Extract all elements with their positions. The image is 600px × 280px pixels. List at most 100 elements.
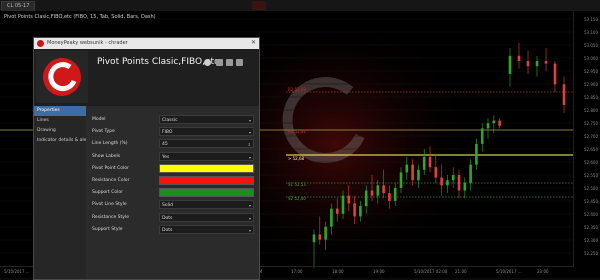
price-tick-label: 53.000	[584, 56, 598, 61]
candle-body	[535, 61, 539, 67]
time-tick-label: 17:00	[291, 269, 303, 274]
support-style-select[interactable]: Dots ▾	[159, 224, 254, 234]
sidebar-item-drawing[interactable]: Drawing	[34, 126, 86, 136]
property-label: Show Labels	[92, 153, 121, 159]
property-row-pivot-point-color: Pivot Point Color	[89, 163, 257, 174]
candle-body	[428, 156, 432, 168]
candle	[562, 76, 566, 113]
candle-body	[517, 55, 521, 62]
logo-swoosh-icon	[43, 58, 81, 96]
price-tick-label: 52.850	[584, 95, 598, 100]
property-row-show-labels: Show Labels Yes ▾	[89, 151, 257, 162]
line-length-input[interactable]: 45 ⇕	[159, 139, 254, 149]
dialog-heading: Pivot Points Clasic,FIBO,etc	[97, 57, 219, 67]
help-icon[interactable]	[204, 59, 211, 66]
price-tick-label: 52.600	[584, 160, 598, 165]
price-tick-label: 52.350	[584, 225, 598, 230]
properties-list: Model Classic ▾ Pivot Type FIBO ▾ Line Length …	[89, 115, 257, 237]
resistance-style-select[interactable]: Dots ▾	[159, 212, 254, 222]
property-label: Resistance Color	[92, 177, 130, 183]
pivot-point-color-swatch[interactable]	[159, 163, 254, 173]
property-row-pivot-line-style: Pivot Line Style Solid ▾	[89, 200, 257, 210]
candle-body	[492, 120, 496, 124]
price-tick-label: 52.900	[584, 82, 598, 87]
time-tick-label: 19:00	[373, 269, 385, 274]
support-color-swatch[interactable]	[159, 188, 254, 198]
price-tick-label: 52.250	[584, 251, 598, 256]
candle-body	[463, 182, 467, 191]
model-select[interactable]: Classic ▾	[159, 115, 254, 124]
candle	[480, 123, 484, 152]
dialog-titlebar[interactable]: MoneyPeaky websunik - chrader ✕	[34, 38, 259, 49]
candle-body	[324, 226, 327, 240]
candle-body	[553, 63, 557, 85]
indicator-logo	[36, 51, 88, 103]
property-label: Resistance Style	[92, 214, 129, 220]
load-template-icon[interactable]	[226, 59, 233, 66]
candle-body	[330, 208, 333, 227]
candle-body	[526, 61, 530, 67]
chevron-down-icon: ▾	[248, 118, 251, 123]
show-labels-select[interactable]: Yes ▾	[159, 151, 254, 161]
price-tick-label: 52.800	[584, 108, 598, 113]
candle-body	[312, 234, 316, 243]
price-tick-label: 53.100	[584, 30, 598, 35]
chevron-down-icon: ▾	[248, 154, 251, 160]
delete-icon[interactable]	[236, 59, 243, 66]
candle-body	[440, 177, 443, 186]
price-tick-label: 52.750	[584, 121, 598, 126]
pivot-pp-label: > 52,68	[288, 156, 305, 161]
candle-body	[486, 123, 490, 129]
sidebar-item-properties[interactable]: Properties	[34, 106, 86, 116]
chevron-down-icon: ▾	[248, 215, 251, 221]
candle	[535, 55, 539, 77]
property-row-model: Model Classic ▾	[89, 115, 257, 125]
candle-body	[508, 55, 512, 74]
close-icon[interactable]: ✕	[251, 39, 256, 46]
chevron-down-icon: ▾	[248, 227, 251, 233]
sidebar-item-indicator[interactable]: Indicator details & alerts	[34, 136, 86, 146]
candle	[492, 115, 496, 134]
pivot-type-select[interactable]: FIBO ▾	[159, 127, 254, 137]
candle-body	[562, 84, 566, 106]
candle-body	[498, 120, 501, 126]
sidebar-item-lines[interactable]: Lines	[34, 116, 86, 126]
candle-body	[405, 164, 409, 173]
price-tick-label: 52.550	[584, 173, 598, 178]
time-tick-label: 18:00	[332, 269, 344, 274]
candle-body	[434, 167, 438, 178]
property-label: Model	[92, 117, 106, 122]
time-tick-label: 21:00	[455, 269, 467, 274]
indicator-properties-dialog: MoneyPeaky websunik - chrader ✕ Pivot Po…	[33, 37, 260, 280]
property-label: Pivot Type	[92, 129, 115, 135]
candle-body	[422, 156, 426, 170]
chevron-down-icon: ▾	[248, 203, 251, 209]
pivot-line-style-select[interactable]: Solid ▾	[159, 200, 254, 210]
resistance-color-swatch[interactable]	[159, 175, 254, 185]
pivot-s1-label: S1 52,53	[288, 182, 306, 187]
candle-body	[382, 185, 385, 194]
candle-body	[347, 195, 351, 204]
price-axis[interactable]: 53.150 53.100 53.050 53.000 52.950 52.900 52.8…	[573, 11, 600, 267]
price-tick-label: 52.400	[584, 212, 598, 217]
time-tick-label: 5/10/2017 ...	[496, 269, 522, 274]
pivot-r2-label: R2 52,93	[288, 87, 307, 92]
candle-body	[469, 164, 472, 183]
candle	[508, 48, 512, 87]
spinner-icon: ⇕	[247, 142, 251, 148]
save-template-icon[interactable]	[216, 59, 223, 66]
price-tick-label: 52.950	[584, 69, 598, 74]
dialog-header: Pivot Points Clasic,FIBO,etc	[34, 49, 259, 106]
property-label: Pivot Point Color	[92, 165, 129, 171]
add-tab-button[interactable]	[252, 1, 266, 10]
candle-body	[393, 187, 397, 201]
price-tick-label: 52.450	[584, 199, 598, 204]
candle-body	[364, 190, 368, 207]
dialog-sidebar: Properties Lines Drawing Indicator details …	[34, 106, 86, 279]
candle-body	[353, 203, 356, 217]
property-label: Support Color	[92, 190, 123, 196]
candle-body	[376, 185, 380, 196]
candle-body	[335, 208, 339, 214]
candle	[498, 117, 501, 129]
price-tick-label: 52.700	[584, 134, 598, 139]
